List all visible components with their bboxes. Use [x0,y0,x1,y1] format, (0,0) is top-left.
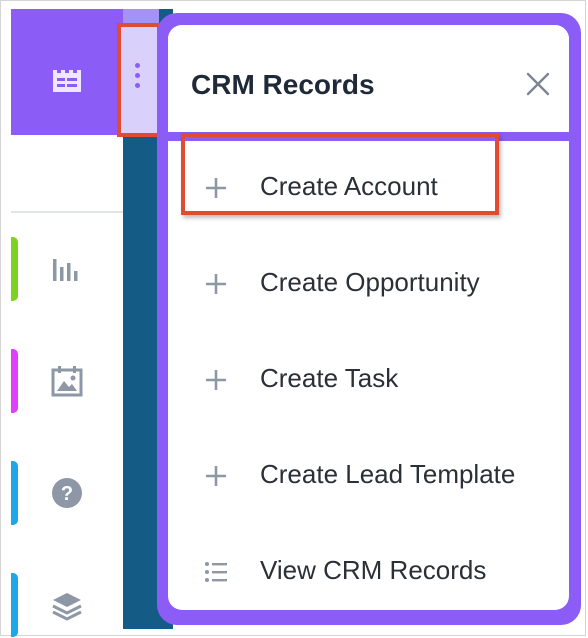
module-tab-green[interactable] [11,237,18,301]
close-icon [526,72,550,96]
menu-header-bar [168,132,569,141]
calendar-icon[interactable] [51,365,83,402]
menu-item-label: View CRM Records [260,555,487,585]
menu-item-create-task[interactable]: Create Task [168,349,569,409]
kebab-menu-icon [135,63,140,93]
sidebar-divider [11,211,123,213]
help-circle-icon[interactable]: ? [51,477,83,514]
more-options-button[interactable] [117,23,161,137]
plus-icon [204,368,228,392]
menu-item-label: Create Task [260,363,399,393]
module-tab-blue-2[interactable] [11,573,18,637]
layers-icon[interactable] [51,591,83,626]
menu-item-create-lead-template[interactable]: Create Lead Template [168,445,569,505]
menu-item-create-account[interactable]: Create Account [168,157,569,217]
close-button[interactable] [525,71,551,97]
screenshot-frame: ? CRM Records Create Account Create Oppo… [0,0,586,637]
menu-item-label: Create Opportunity [260,267,480,297]
module-tab-blue[interactable] [11,461,18,525]
menu-item-label: Create Lead Template [260,459,516,489]
list-icon [204,560,228,584]
dashboard-card-icon[interactable] [51,66,83,99]
sidebar-header [11,9,123,135]
plus-icon [204,464,228,488]
app-sidebar: ? [11,9,123,637]
menu-header: CRM Records [168,25,569,132]
crm-records-menu: CRM Records Create Account Create Opport… [157,13,581,625]
menu-item-label: Create Account [260,171,438,201]
module-tab-magenta[interactable] [11,349,18,413]
bar-chart-icon[interactable] [51,257,81,288]
plus-icon [204,272,228,296]
menu-item-create-opportunity[interactable]: Create Opportunity [168,253,569,313]
plus-icon [204,176,228,200]
menu-title: CRM Records [191,69,375,100]
svg-text:?: ? [61,483,73,505]
menu-item-view-crm-records[interactable]: View CRM Records [168,541,569,601]
menu-panel: CRM Records Create Account Create Opport… [168,25,569,610]
